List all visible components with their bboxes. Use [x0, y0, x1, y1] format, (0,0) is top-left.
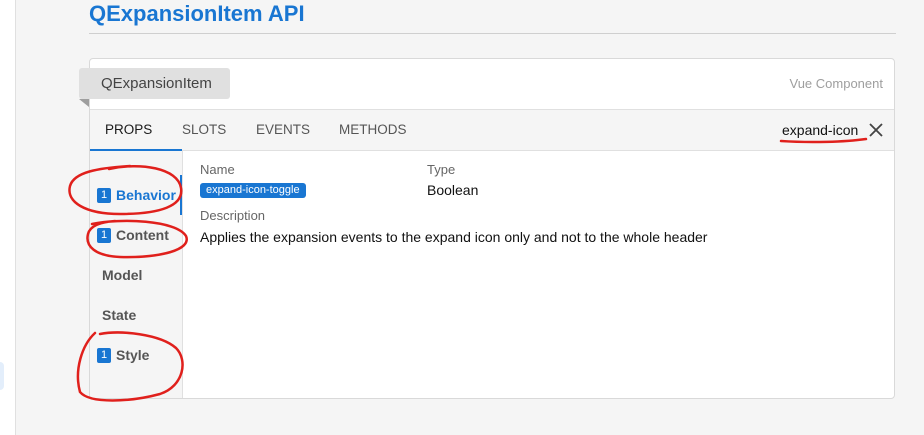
category-label: Style [116, 347, 150, 363]
close-icon[interactable] [867, 121, 885, 139]
category-label: Content [116, 227, 169, 243]
type-label: Type [427, 162, 456, 177]
category-label: Behavior [116, 187, 176, 203]
category-label: State [102, 307, 137, 323]
category-state[interactable]: State [102, 305, 136, 325]
prop-type: Boolean [427, 182, 479, 198]
tag-fold [79, 99, 89, 107]
category-label: Model [102, 267, 143, 283]
left-nav-divider [15, 0, 16, 435]
category-content[interactable]: 1 Content [97, 225, 169, 245]
category-behavior[interactable]: 1 Behavior [97, 185, 176, 205]
filter-input[interactable]: expand-icon [782, 122, 858, 138]
component-kind-label: Vue Component [789, 76, 883, 91]
tab-events[interactable]: EVENTS [256, 110, 310, 150]
tab-props-label: PROPS [105, 122, 153, 137]
left-nav-active-indicator [0, 362, 4, 390]
component-name-tag: QExpansionItem [79, 68, 230, 99]
title-divider [89, 33, 896, 34]
description-label: Description [200, 208, 266, 223]
category-model[interactable]: Model [102, 265, 142, 285]
prop-description: Applies the expansion events to the expa… [200, 229, 708, 245]
name-label: Name [200, 162, 235, 177]
category-active-indicator [180, 175, 182, 215]
prop-name-chip: expand-icon-toggle [200, 183, 306, 198]
tab-slots[interactable]: SLOTS [182, 110, 226, 150]
page-title[interactable]: QExpansionItem API [89, 1, 305, 27]
api-tabs: PROPS SLOTS EVENTS METHODS [90, 109, 894, 151]
tab-props[interactable]: PROPS [90, 110, 182, 151]
tab-methods[interactable]: METHODS [339, 110, 407, 150]
count-badge: 1 [97, 227, 111, 243]
category-style[interactable]: 1 Style [97, 345, 149, 365]
count-badge: 1 [97, 347, 111, 363]
count-badge: 1 [97, 187, 111, 203]
